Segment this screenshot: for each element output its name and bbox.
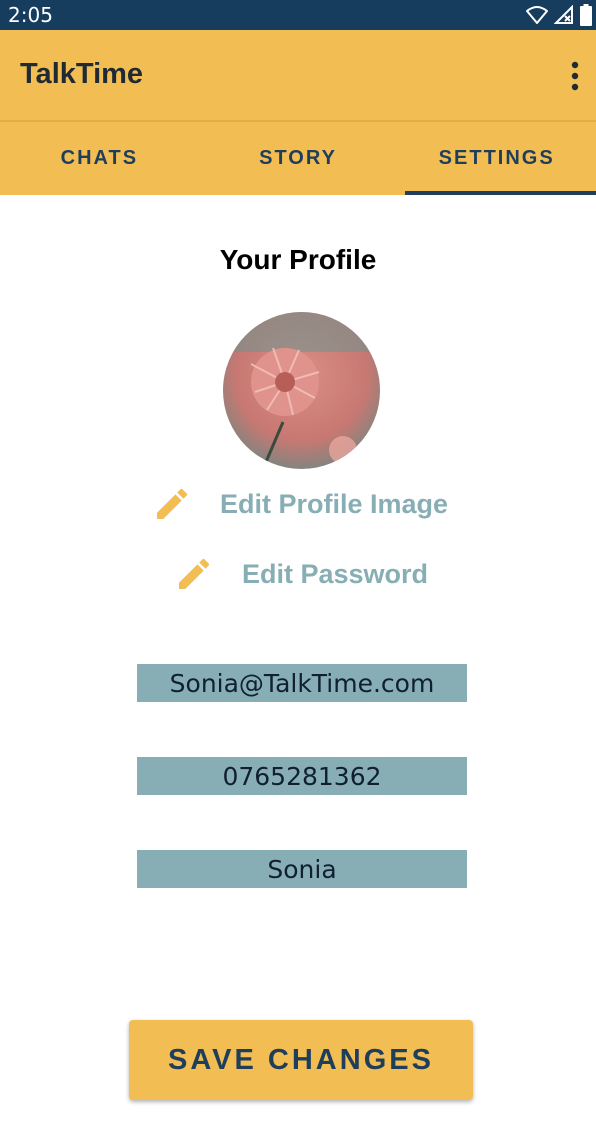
status-bar: 2:05	[0, 0, 596, 30]
email-field[interactable]: Sonia@TalkTime.com	[137, 664, 467, 702]
name-field[interactable]: Sonia	[137, 850, 467, 888]
edit-password-row[interactable]: Edit Password	[174, 554, 428, 594]
save-changes-label: SAVE CHANGES	[168, 1043, 434, 1076]
tab-label: STORY	[259, 147, 337, 169]
selected-tab-indicator	[405, 191, 596, 195]
tab-story[interactable]: STORY	[199, 122, 398, 195]
profile-image[interactable]	[223, 312, 380, 469]
edit-profile-image-row[interactable]: Edit Profile Image	[152, 484, 448, 524]
wifi-icon	[526, 6, 548, 24]
save-changes-button[interactable]: SAVE CHANGES	[129, 1020, 473, 1100]
pencil-icon	[179, 558, 210, 589]
signal-icon	[554, 5, 573, 24]
app-title: TalkTime	[20, 58, 144, 90]
tab-chats[interactable]: CHATS	[0, 122, 199, 195]
status-icons	[526, 3, 592, 27]
tab-label: SETTINGS	[438, 147, 555, 169]
page-title: Your Profile	[219, 244, 377, 275]
tab-label: CHATS	[60, 147, 139, 169]
phone-field[interactable]: 0765281362	[137, 757, 467, 795]
edit-profile-image-link[interactable]: Edit Profile Image	[220, 489, 448, 520]
edit-password-link[interactable]: Edit Password	[242, 559, 428, 590]
tab-bar: CHATS STORY SETTINGS	[0, 122, 596, 195]
flower-photo	[223, 312, 380, 469]
overflow-menu-icon[interactable]	[568, 60, 582, 92]
status-time: 2:05	[8, 3, 53, 27]
tab-settings[interactable]: SETTINGS	[397, 122, 596, 195]
battery-icon	[580, 4, 592, 26]
pencil-icon	[157, 488, 188, 519]
app-bar: TalkTime	[0, 30, 596, 120]
